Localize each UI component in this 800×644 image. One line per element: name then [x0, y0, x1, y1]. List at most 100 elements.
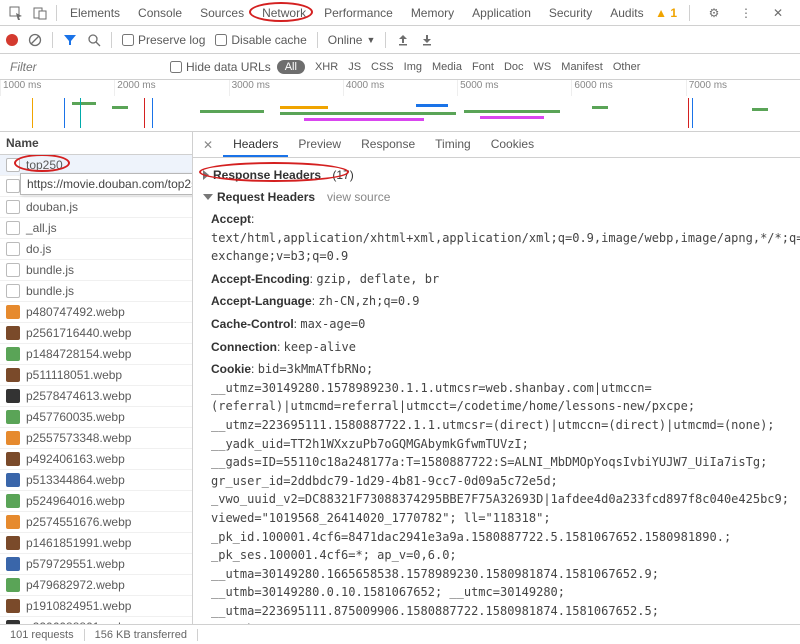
image-icon: [6, 305, 20, 319]
image-icon: [6, 557, 20, 571]
filter-icon[interactable]: [63, 33, 77, 47]
name-column-header[interactable]: Name: [0, 132, 192, 155]
request-row[interactable]: p479682972.webp: [0, 575, 192, 596]
warning-badge[interactable]: ▲ 1: [655, 6, 677, 20]
image-icon: [6, 452, 20, 466]
request-list-panel: Name top250https://movie.douban.com/top2…: [0, 132, 193, 624]
filter-input[interactable]: [6, 58, 166, 76]
clear-icon[interactable]: [28, 33, 42, 47]
image-icon: [6, 536, 20, 550]
close-detail-icon[interactable]: ✕: [197, 138, 219, 152]
transferred-size: 156 KB transferred: [85, 629, 198, 641]
header-row: Cookie: bid=3kMmATfbRNo; __utmz=30149280…: [203, 358, 790, 624]
tab-elements[interactable]: Elements: [61, 2, 129, 24]
request-row[interactable]: bundle.js: [0, 260, 192, 281]
request-row[interactable]: do.js: [0, 239, 192, 260]
request-row[interactable]: p524964016.webp: [0, 491, 192, 512]
document-icon: [6, 158, 20, 172]
filter-pill-font[interactable]: Font: [472, 61, 494, 73]
preserve-log-checkbox[interactable]: Preserve log: [122, 33, 205, 47]
inspect-icon[interactable]: [8, 5, 24, 21]
network-toolbar: Preserve log Disable cache Online ▼: [0, 26, 800, 54]
detail-tab-cookies[interactable]: Cookies: [481, 133, 544, 157]
request-name: p479682972.webp: [26, 578, 125, 592]
view-source-link[interactable]: view source: [327, 190, 390, 204]
request-name: p457760035.webp: [26, 410, 125, 424]
request-row[interactable]: p457760035.webp: [0, 407, 192, 428]
request-name: _all.js: [26, 221, 57, 235]
filter-pill-img[interactable]: Img: [404, 61, 422, 73]
request-name: p1910824951.webp: [26, 599, 131, 613]
image-icon: [6, 368, 20, 382]
upload-har-icon[interactable]: [396, 33, 410, 47]
filter-pill-all[interactable]: All: [277, 60, 305, 74]
request-name: bundle.js: [26, 284, 74, 298]
request-row[interactable]: p2574551676.webp: [0, 512, 192, 533]
request-row[interactable]: p579729551.webp: [0, 554, 192, 575]
download-har-icon[interactable]: [420, 33, 434, 47]
image-icon: [6, 473, 20, 487]
tab-audits[interactable]: Audits: [601, 2, 652, 24]
tab-sources[interactable]: Sources: [191, 2, 253, 24]
request-row[interactable]: p513344864.webp: [0, 470, 192, 491]
request-row[interactable]: p2561716440.webp: [0, 323, 192, 344]
filter-pill-media[interactable]: Media: [432, 61, 462, 73]
filter-pill-ws[interactable]: WS: [534, 61, 552, 73]
request-row[interactable]: p492406163.webp: [0, 449, 192, 470]
close-icon[interactable]: ✕: [770, 5, 786, 21]
tab-network[interactable]: Network: [253, 2, 315, 24]
document-icon: [6, 263, 20, 277]
record-button[interactable]: [6, 34, 18, 46]
filter-pill-js[interactable]: JS: [348, 61, 361, 73]
response-headers-section[interactable]: Response Headers (17): [203, 164, 790, 186]
tab-console[interactable]: Console: [129, 2, 191, 24]
request-name: do.js: [26, 242, 51, 256]
filter-pill-other[interactable]: Other: [613, 61, 641, 73]
header-row: Accept: text/html,application/xhtml+xml,…: [203, 208, 790, 268]
tab-memory[interactable]: Memory: [402, 2, 463, 24]
tab-security[interactable]: Security: [540, 2, 601, 24]
request-name: p1461851991.webp: [26, 536, 131, 550]
detail-tab-response[interactable]: Response: [351, 133, 425, 157]
header-row: Connection: keep-alive: [203, 336, 790, 359]
request-headers-section[interactable]: Request Headers view source: [203, 186, 790, 208]
request-row[interactable]: p511118051.webp: [0, 365, 192, 386]
request-row[interactable]: p480747492.webp: [0, 302, 192, 323]
request-name: p511118051.webp: [26, 368, 122, 382]
document-icon: [6, 200, 20, 214]
tab-performance[interactable]: Performance: [315, 2, 402, 24]
detail-tab-preview[interactable]: Preview: [288, 133, 351, 157]
request-row[interactable]: _all.js: [0, 218, 192, 239]
detail-tab-timing[interactable]: Timing: [425, 133, 481, 157]
request-row[interactable]: p2578474613.webp: [0, 386, 192, 407]
device-toggle-icon[interactable]: [32, 5, 48, 21]
request-row[interactable]: p1461851991.webp: [0, 533, 192, 554]
request-row[interactable]: p1484728154.webp: [0, 344, 192, 365]
request-row[interactable]: p2206088801.webp: [0, 617, 192, 624]
request-row[interactable]: douban.js: [0, 197, 192, 218]
hide-data-urls-checkbox[interactable]: Hide data URLs: [170, 60, 271, 74]
detail-tab-headers[interactable]: Headers: [223, 133, 288, 157]
more-icon[interactable]: ⋮: [738, 5, 754, 21]
timeline-tick: 7000 ms: [686, 80, 800, 96]
tab-application[interactable]: Application: [463, 2, 540, 24]
network-timeline[interactable]: 1000 ms2000 ms3000 ms4000 ms5000 ms6000 …: [0, 80, 800, 132]
request-name: p492406163.webp: [26, 452, 125, 466]
chevron-right-icon: [203, 170, 209, 180]
request-name: p524964016.webp: [26, 494, 125, 508]
request-row[interactable]: p1910824951.webp: [0, 596, 192, 617]
disable-cache-checkbox[interactable]: Disable cache: [215, 33, 306, 47]
filter-pill-doc[interactable]: Doc: [504, 61, 524, 73]
filter-pill-xhr[interactable]: XHR: [315, 61, 338, 73]
request-row[interactable]: bundle.js: [0, 281, 192, 302]
filter-pill-css[interactable]: CSS: [371, 61, 394, 73]
settings-icon[interactable]: ⚙: [706, 5, 722, 21]
request-row[interactable]: p2557573348.webp: [0, 428, 192, 449]
timeline-tick: 5000 ms: [457, 80, 571, 96]
request-name: p2574551676.webp: [26, 515, 131, 529]
filter-pill-manifest[interactable]: Manifest: [561, 61, 603, 73]
request-row[interactable]: top250https://movie.douban.com/top250: [0, 155, 192, 176]
search-icon[interactable]: [87, 33, 101, 47]
throttling-select[interactable]: Online ▼: [328, 33, 376, 47]
request-name: p2578474613.webp: [26, 389, 131, 403]
